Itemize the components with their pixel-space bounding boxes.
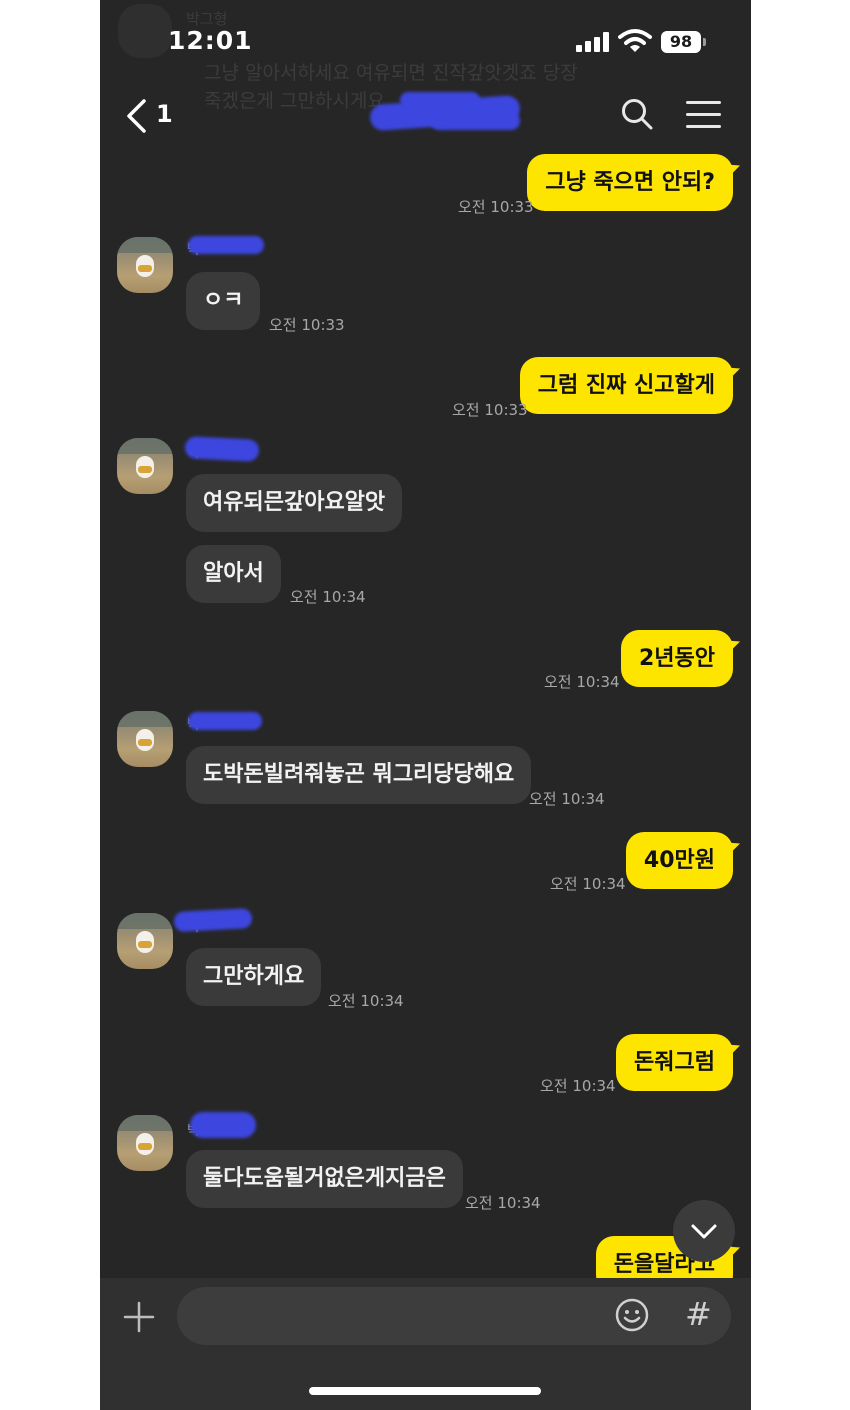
ghost-message-line-2: 죽겠은게 그만하시게요 <box>204 90 385 112</box>
battery-tip <box>703 38 706 46</box>
plus-icon[interactable] <box>122 1300 156 1334</box>
message-timestamp: 오전 10:34 <box>550 875 626 893</box>
message-timestamp: 오전 10:34 <box>529 790 605 808</box>
sender-name-redaction <box>188 236 264 254</box>
avatar[interactable] <box>117 1115 173 1171</box>
avatar[interactable] <box>117 711 173 767</box>
avatar[interactable] <box>117 913 173 969</box>
my-message-bubble[interactable]: 돈줘그럼 <box>616 1034 733 1091</box>
avatar[interactable] <box>117 438 173 494</box>
my-message-bubble[interactable]: 40만원 <box>625 832 733 889</box>
sender-name-redaction <box>190 1112 256 1138</box>
their-message-bubble[interactable]: 둘다도움될거없은게지금은 <box>186 1150 463 1208</box>
message-timestamp: 오전 10:34 <box>290 588 366 606</box>
status-time: 12:01 <box>168 26 253 55</box>
message-input-bar: # <box>100 1278 751 1410</box>
message-timestamp: 오전 10:33 <box>458 198 534 216</box>
sender-name-redaction <box>173 907 253 933</box>
battery-level: 98 <box>661 31 701 53</box>
their-message-bubble[interactable]: 여유되믄갚아요알앗 <box>186 474 403 532</box>
avatar[interactable] <box>117 237 173 293</box>
message-timestamp: 오전 10:34 <box>465 1194 541 1212</box>
their-message-bubble[interactable]: 그만하게요 <box>186 948 322 1006</box>
scroll-to-bottom-button[interactable] <box>673 1200 735 1262</box>
sender-name-redaction <box>188 712 262 730</box>
search-icon[interactable] <box>620 97 654 131</box>
home-indicator <box>309 1387 541 1395</box>
cellular-signal-icon <box>576 32 610 52</box>
their-message-bubble[interactable]: 도박돈빌려줘놓곤 뭐그리당당해요 <box>186 746 532 804</box>
message-timestamp: 오전 10:34 <box>544 673 620 691</box>
unread-count[interactable]: 1 <box>156 100 173 128</box>
ghost-avatar <box>118 4 172 58</box>
message-timestamp: 오전 10:34 <box>328 992 404 1010</box>
their-message-bubble[interactable]: 알아서 <box>186 545 281 603</box>
my-message-bubble[interactable]: 2년동안 <box>620 630 733 687</box>
hash-icon[interactable]: # <box>685 1295 712 1333</box>
their-message-bubble[interactable]: ㅇㅋ <box>186 272 261 330</box>
menu-icon[interactable] <box>686 100 722 130</box>
ghost-message-line-1: 그냥 알아서하세요 여유되면 진작갚앗겟죠 당장 <box>204 62 578 84</box>
my-message-bubble[interactable]: 그럼 진짜 신고할게 <box>519 357 733 414</box>
my-message-bubble[interactable]: 그냥 죽으면 안되? <box>527 154 733 211</box>
emoji-icon[interactable] <box>615 1298 649 1332</box>
message-input[interactable]: # <box>177 1287 731 1345</box>
message-timestamp: 오전 10:34 <box>540 1077 616 1095</box>
sender-name-redaction <box>184 436 260 462</box>
message-timestamp: 오전 10:33 <box>269 316 345 334</box>
message-timestamp: 오전 10:33 <box>452 401 528 419</box>
chevron-down-icon <box>691 1224 717 1239</box>
back-chevron-icon[interactable] <box>122 98 158 134</box>
wifi-icon <box>618 29 652 52</box>
chat-screen: 박그형 그냥 알아서하세요 여유되면 진작갚앗겟죠 당장 죽겠은게 그만하시게요… <box>100 0 751 1410</box>
